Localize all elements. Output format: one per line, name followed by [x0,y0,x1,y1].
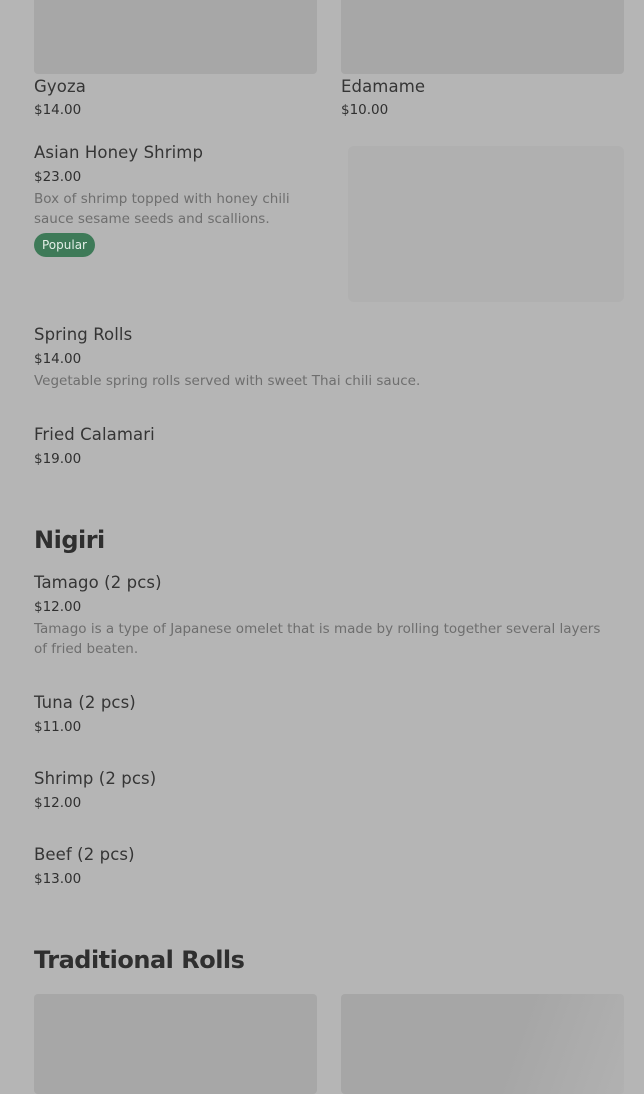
menu-item-name: Tuna (2 pcs) [34,693,136,712]
menu-item-price: $14.00 [34,351,82,367]
traditional-roll-image-2[interactable] [341,994,624,1094]
menu-item-spring-rolls[interactable]: Spring Rolls $14.00 Vegetable spring rol… [34,325,624,391]
menu-item-price: $23.00 [34,169,82,185]
menu-item-fried-calamari[interactable]: Fried Calamari $19.00 [34,425,624,467]
menu-item-price: $19.00 [34,451,82,467]
menu-item-beef[interactable]: Beef (2 pcs) $13.00 [34,845,624,887]
menu-item-tuna[interactable]: Tuna (2 pcs) $11.00 [34,693,624,735]
section-title-traditional-rolls: Traditional Rolls [34,946,245,974]
menu-item-name: Spring Rolls [34,325,133,344]
menu-item-price: $13.00 [34,871,82,887]
menu-item-price: $12.00 [34,795,82,811]
section-title-nigiri: Nigiri [34,526,105,554]
menu-item-name: Asian Honey Shrimp [34,143,204,162]
menu-item-description: Box of shrimp topped with honey chili sa… [34,191,290,227]
menu-item-price: $12.00 [34,599,82,615]
menu-item-description: Tamago is a type of Japanese omelet that… [34,621,601,657]
menu-item-name-gyoza[interactable]: Gyoza [34,77,86,96]
menu-item-price-edamame: $10.00 [341,102,389,118]
menu-item-asian-honey-shrimp[interactable]: Asian Honey Shrimp $23.00 Box of shrimp … [34,143,324,257]
menu-item-name: Beef (2 pcs) [34,845,135,864]
menu-item-name: Tamago (2 pcs) [34,573,162,592]
menu-item-shrimp[interactable]: Shrimp (2 pcs) $12.00 [34,769,624,811]
menu-item-name: Shrimp (2 pcs) [34,769,157,788]
gyoza-image[interactable] [34,0,317,74]
menu-item-tamago[interactable]: Tamago (2 pcs) $12.00 Tamago is a type o… [34,573,604,659]
menu-item-name: Fried Calamari [34,425,155,444]
menu-item-price-gyoza: $14.00 [34,102,82,118]
menu-item-price: $11.00 [34,719,82,735]
menu-item-description: Vegetable spring rolls served with sweet… [34,373,421,389]
traditional-roll-image-1[interactable] [34,994,317,1094]
edamame-image[interactable] [341,0,624,74]
menu-item-name-edamame[interactable]: Edamame [341,77,425,96]
asian-honey-shrimp-image[interactable] [348,146,624,302]
popular-badge: Popular [34,233,95,257]
